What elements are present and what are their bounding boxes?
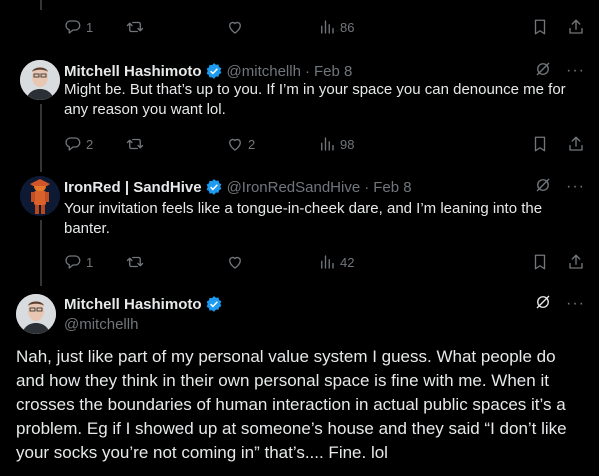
grok-button[interactable]	[534, 176, 552, 198]
like-button[interactable]	[226, 253, 318, 271]
date-separator: ·	[364, 178, 370, 196]
tweet-header: IronRed | SandHive @IronRedSandHive · Fe…	[64, 177, 585, 197]
views-button[interactable]: 42	[318, 253, 402, 271]
tweet-header: Mitchell Hashimoto @mitchellh · Feb 8 ··…	[64, 61, 585, 81]
views-icon	[321, 255, 334, 269]
reply-icon	[65, 20, 81, 34]
like-icon	[229, 21, 241, 34]
grok-icon	[536, 178, 550, 192]
more-icon[interactable]: ···	[566, 179, 585, 195]
tweet-text: Might be. But that’s up to you. If I’m i…	[64, 81, 566, 118]
author-handle[interactable]: @mitchellh	[227, 63, 301, 80]
avatar-photo	[16, 294, 56, 334]
tweet-text: Your invitation feels like a tongue-in-c…	[64, 200, 543, 237]
reply-button[interactable]: 2	[64, 135, 126, 153]
grok-button[interactable]	[534, 60, 552, 82]
grok-button[interactable]	[534, 293, 552, 315]
views-icon	[321, 20, 334, 34]
reply-icon	[65, 255, 81, 269]
views-button[interactable]: 98	[318, 135, 402, 153]
share-icon	[569, 19, 583, 34]
bookmark-icon	[534, 254, 546, 270]
avatar[interactable]	[20, 60, 60, 100]
verified-icon	[206, 179, 221, 195]
author-handle[interactable]: @IronRedSandHive	[227, 179, 361, 196]
reply-button[interactable]: 1	[64, 18, 126, 36]
avatar[interactable]	[16, 294, 56, 334]
repost-button[interactable]	[126, 18, 226, 36]
tweet-date[interactable]: Feb 8	[373, 179, 411, 196]
tweet-date[interactable]: Feb 8	[314, 63, 352, 80]
grok-icon	[536, 62, 550, 76]
share-button[interactable]	[567, 253, 585, 271]
repost-button[interactable]	[126, 253, 226, 271]
like-icon	[229, 256, 241, 269]
more-icon[interactable]: ···	[566, 63, 585, 79]
avatar-photo	[20, 60, 60, 100]
views-button[interactable]: 86	[318, 18, 402, 36]
reply-icon	[65, 137, 81, 151]
views-icon	[321, 137, 334, 151]
like-icon	[229, 138, 241, 151]
grok-icon	[536, 295, 550, 309]
reply-button[interactable]: 1	[64, 253, 126, 271]
verified-icon	[206, 296, 221, 312]
repost-button[interactable]	[126, 135, 226, 153]
share-button[interactable]	[567, 135, 585, 153]
share-button[interactable]	[567, 18, 585, 36]
tweet-actions: 1 42	[64, 251, 585, 273]
bookmark-icon	[534, 19, 546, 35]
thread-line	[40, 220, 42, 286]
verified-icon	[206, 63, 221, 79]
share-icon	[569, 254, 583, 269]
repost-icon	[126, 256, 144, 268]
main-tweet-header: Mitchell Hashimoto ··· @mitchellh	[64, 293, 585, 334]
author-handle[interactable]: @mitchellh	[64, 316, 585, 333]
tweet-actions: 1 86	[64, 16, 585, 38]
avatar-photo	[20, 176, 60, 216]
more-icon[interactable]: ···	[566, 296, 585, 312]
date-separator: ·	[304, 62, 310, 80]
bookmark-button[interactable]	[531, 135, 549, 153]
tweet-actions: 2 2 98	[64, 133, 585, 155]
author-name[interactable]: Mitchell Hashimoto	[64, 63, 202, 80]
author-name[interactable]: Mitchell Hashimoto	[64, 296, 202, 313]
main-tweet-text: Nah, just like part of my personal value…	[16, 347, 567, 462]
thread-line	[40, 104, 42, 172]
like-button[interactable]: 2	[226, 135, 318, 153]
share-icon	[569, 136, 583, 151]
avatar[interactable]	[20, 176, 60, 216]
bookmark-button[interactable]	[531, 253, 549, 271]
thread-line	[40, 0, 42, 10]
repost-icon	[126, 21, 144, 33]
bookmark-button[interactable]	[531, 18, 549, 36]
like-button[interactable]	[226, 18, 318, 36]
repost-icon	[126, 138, 144, 150]
bookmark-icon	[534, 136, 546, 152]
author-name[interactable]: IronRed | SandHive	[64, 179, 202, 196]
